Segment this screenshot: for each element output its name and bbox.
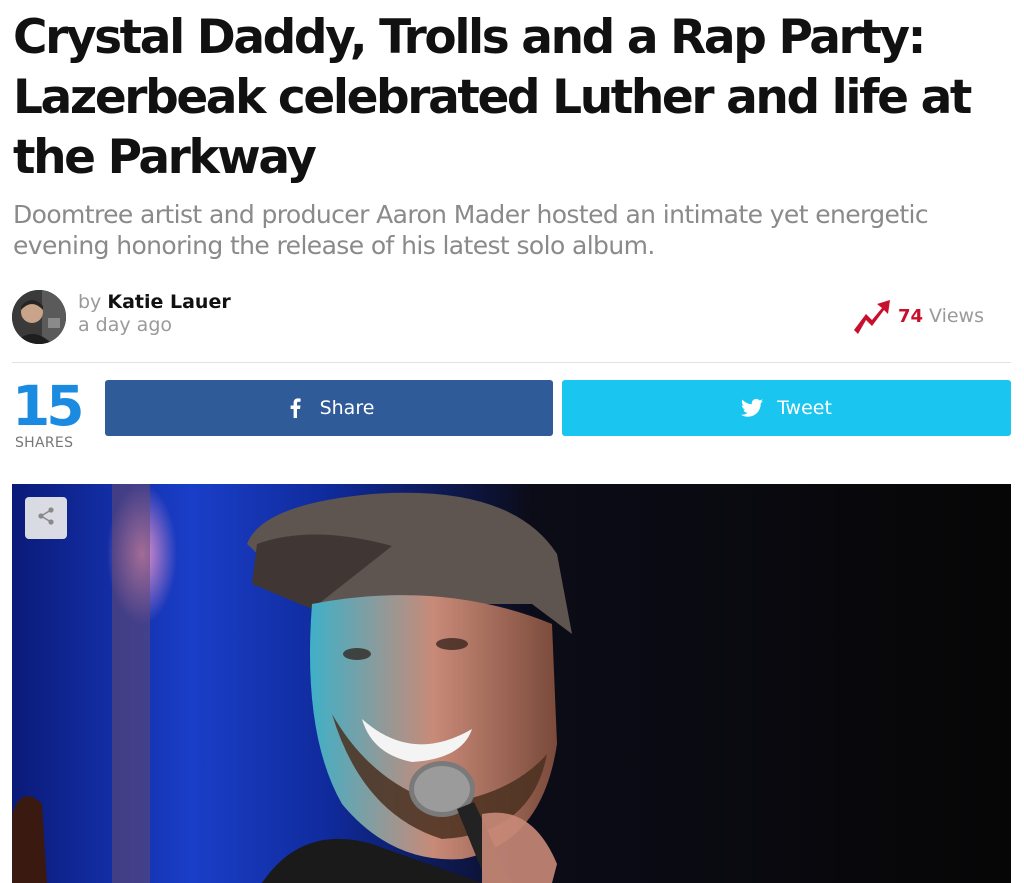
- share-count-label: SHARES: [15, 435, 74, 451]
- divider: [12, 362, 1011, 363]
- hero-image: [12, 484, 1011, 883]
- trending-up-icon: [852, 296, 892, 336]
- facebook-share-button[interactable]: Share: [105, 380, 553, 436]
- author-avatar[interactable]: [12, 290, 66, 344]
- article-subtitle: Doomtree artist and producer Aaron Mader…: [13, 200, 929, 260]
- views-label: Views: [929, 305, 984, 327]
- twitter-icon: [741, 397, 764, 419]
- hero-share-button[interactable]: [25, 497, 67, 539]
- share-count: 15: [12, 374, 85, 438]
- author-link[interactable]: Katie Lauer: [107, 291, 230, 313]
- views-count: 74: [897, 305, 923, 327]
- facebook-share-label: Share: [319, 397, 375, 419]
- facebook-icon: [284, 397, 306, 419]
- byline-prefix: by: [78, 291, 102, 313]
- article-title: Crystal Daddy, Trolls and a Rap Party: L…: [13, 10, 972, 185]
- share-icon: [36, 506, 56, 530]
- twitter-tweet-button[interactable]: Tweet: [562, 380, 1011, 436]
- views-counter: 74 Views: [852, 296, 984, 336]
- byline: by Katie Lauer: [78, 290, 231, 315]
- publish-date: a day ago: [78, 314, 172, 336]
- twitter-tweet-label: Tweet: [777, 397, 832, 419]
